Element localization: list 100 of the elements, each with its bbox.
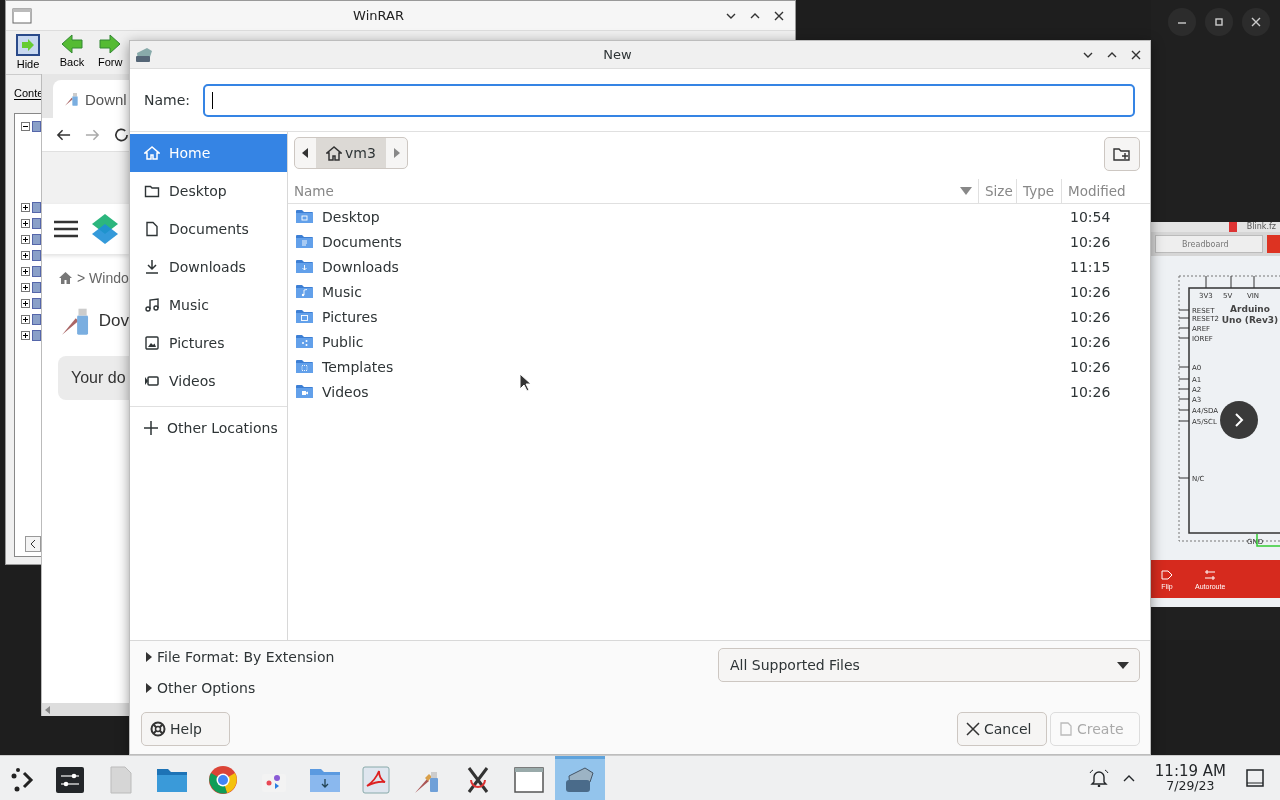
minimize-button[interactable] [1168,8,1196,36]
folder-icon [32,249,41,261]
expander-arrow-icon [145,683,153,693]
window-icon [12,7,32,24]
home-icon [144,145,160,161]
folder-icon [296,234,313,249]
new-folder-button[interactable] [1104,137,1140,171]
file-name[interactable]: Downloads [322,258,399,275]
window-icon [514,766,544,793]
mouse-pointer-icon [519,373,531,392]
close-icon[interactable] [773,9,785,22]
expand-icon[interactable] [21,282,30,292]
sidebar-item[interactable]: Music [130,286,287,324]
window-title: WinRAR [352,8,405,23]
expander[interactable]: File Format: By Extension [145,649,335,665]
file-name[interactable]: Videos [322,383,369,400]
expand-icon[interactable] [21,202,30,212]
home-icon [326,145,342,161]
toolbar-button[interactable]: Back [50,31,94,74]
column-header[interactable]: Name [288,179,978,203]
name-field[interactable] [203,83,1135,117]
file-type-dropdown[interactable]: All Supported Files [718,648,1140,682]
video-icon [144,373,160,389]
expand-icon[interactable] [21,330,30,340]
back-arrow-icon [61,33,83,54]
cancel-button[interactable]: Cancel [957,712,1047,746]
home-icon[interactable] [59,272,72,284]
expand-icon[interactable] [21,250,30,260]
horizontal-scrollbar[interactable] [42,703,129,716]
view-tab[interactable]: Breadboard [1155,235,1263,253]
sidebar-item[interactable]: Videos [130,362,287,400]
folder-icon [32,297,41,309]
table-cell-text: 10:26 [1069,308,1112,325]
maximize-button[interactable] [1205,8,1233,36]
field-label: Name: [144,92,191,108]
toolbar-button[interactable]: Forw [94,31,127,74]
folder-icon [296,209,313,224]
sidebar-item[interactable]: Documents [130,210,287,248]
folder-icon [32,120,41,132]
expand-icon[interactable] [21,266,30,276]
folder-icon [32,329,41,341]
sidebar-item[interactable]: Desktop [130,172,287,210]
reload-icon[interactable] [114,126,129,143]
path-button[interactable]: vm3 [316,138,386,168]
chevron-right-icon [1233,412,1245,428]
browser-icon [208,764,238,795]
table-cell-text: 10:26 [1069,333,1112,350]
download-folder-icon [310,766,340,793]
sort-icon[interactable] [960,187,972,195]
plus-icon [144,421,158,435]
expand-icon[interactable] [21,218,30,228]
sidebar-item[interactable]: Home [130,134,287,172]
close-icon[interactable] [1130,48,1142,61]
table-cell-text: 10:26 [1069,283,1112,300]
folder-icon [157,766,187,793]
file-name[interactable]: Music [322,283,362,300]
table-cell-text: 10:26 [1069,233,1112,250]
expander-arrow-icon [145,652,153,662]
file-name[interactable]: Pictures [322,308,378,325]
file-name[interactable]: Documents [322,233,402,250]
music-icon [144,297,160,313]
folder-icon [32,233,41,245]
sidebar-item[interactable]: Other Locations [130,409,287,447]
folder-icon [32,217,41,229]
browser-tab[interactable]: Downl [53,80,129,118]
notification-bell-icon[interactable] [1088,769,1109,787]
help-button[interactable]: Help [141,712,230,746]
column-header[interactable]: Type [1016,179,1061,203]
expand-icon[interactable] [21,314,30,324]
launcher-icon [9,766,35,793]
folder-icon [296,384,313,399]
sidebar-item[interactable]: Pictures [130,324,287,362]
column-header[interactable]: Modified [1061,179,1150,203]
menu-icon[interactable] [54,220,78,238]
page-heading: Dov [98,311,129,331]
file-name[interactable]: Public [322,333,364,350]
expand-tray-icon[interactable] [1122,774,1135,782]
clock[interactable]: 11:19 AM 7/29/23 [1154,763,1226,793]
sidebar-item[interactable]: Downloads [130,248,287,286]
lifebuoy-icon [150,721,166,737]
toolbar-button[interactable]: Hide [6,31,50,74]
notice-text: Your do [58,356,129,400]
next-button[interactable] [1220,401,1258,439]
expander[interactable]: Other Options [145,680,256,696]
flip-icon [1161,568,1173,581]
expand-icon[interactable] [21,234,30,244]
folder-icon [296,309,313,324]
show-desktop-icon[interactable] [1246,769,1264,787]
scroll-left-icon[interactable] [25,536,41,552]
column-header[interactable]: Size [978,179,1016,203]
new-folder-icon [1113,146,1131,162]
close-icon [966,722,980,736]
table-cell-text: 10:26 [1069,383,1112,400]
expand-icon[interactable] [21,298,30,308]
file-name[interactable]: Templates [322,358,394,375]
file-name[interactable]: Desktop [322,208,380,225]
close-button[interactable] [1242,8,1270,36]
collapse-icon[interactable] [21,121,30,131]
close-icon [1251,17,1261,27]
breadcrumb-link[interactable]: > Windo [77,270,129,286]
